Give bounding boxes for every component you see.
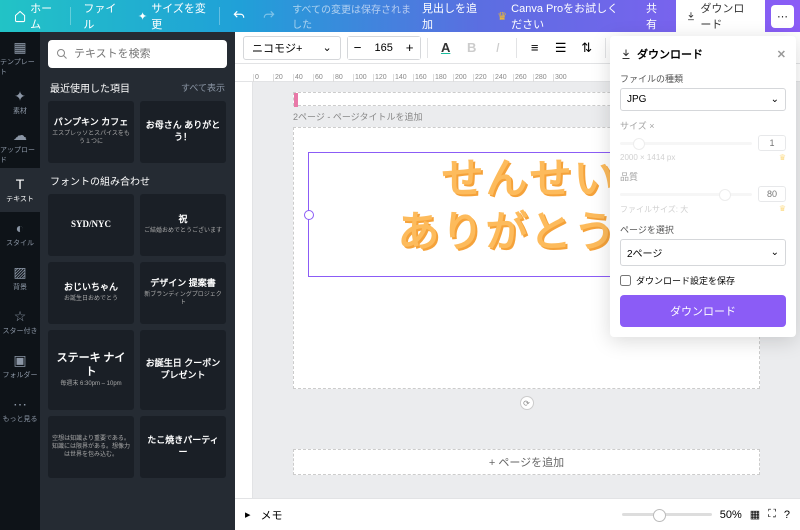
- add-page-button[interactable]: + ページを追加: [293, 449, 760, 475]
- template-item[interactable]: お母さん ありがとう！: [140, 101, 226, 163]
- top-bar: ホーム ファイル ✦ サイズを変更 すべての変更は保存されました 見出しを追加 …: [0, 0, 800, 32]
- file-menu[interactable]: ファイル: [75, 0, 130, 36]
- template-item[interactable]: ステーキ ナイト毎週末 6:30pm – 10pm: [48, 330, 134, 410]
- close-icon[interactable]: ✕: [777, 48, 786, 61]
- template-item[interactable]: 祝ご結婚おめでとうございます: [140, 194, 226, 256]
- font-size-input[interactable]: [368, 42, 400, 54]
- size-plus[interactable]: +: [400, 37, 420, 59]
- save-settings-checkbox[interactable]: ダウンロード設定を保存: [620, 274, 786, 287]
- download-panel: ダウンロード ✕ ファイルの種類 JPG⌄ サイズ × 1 2000 × 141…: [610, 36, 796, 337]
- resize-button[interactable]: ✦ サイズを変更: [130, 0, 215, 36]
- search-input[interactable]: [74, 48, 219, 60]
- chevron-down-icon: ⌄: [322, 41, 331, 54]
- template-item[interactable]: お誕生日 クーポン プレゼント: [140, 330, 226, 410]
- crown-icon: ♛: [779, 153, 786, 162]
- size-slider: [620, 142, 752, 145]
- side-panel: 最近使用した項目 すべて表示 パンプキン カフェエスプレッソとスパイスをもう１つに…: [40, 32, 235, 530]
- crown-icon: ♛: [497, 10, 507, 23]
- template-item[interactable]: 空想は知識より重要である。 知識には限界がある。想像力は世界を包み込む。: [48, 416, 134, 478]
- align-button[interactable]: ≡: [523, 36, 547, 60]
- spacing-button[interactable]: ⇅: [575, 36, 599, 60]
- template-item[interactable]: SYD/NYC: [48, 194, 134, 256]
- bottom-bar: ▸ メモ 50% ▦ ⛶ ?: [235, 498, 800, 530]
- star-icon: ☆: [12, 308, 28, 324]
- upload-icon: ☁: [12, 127, 28, 143]
- try-pro-button[interactable]: ♛Canva Proをお試しください: [489, 0, 634, 36]
- nav-upload[interactable]: ☁アップロード: [0, 124, 40, 168]
- search-box[interactable]: [48, 40, 227, 68]
- redo-icon: [262, 9, 276, 23]
- font-size-group: − +: [347, 36, 421, 60]
- template-item[interactable]: デザイン 提案書新ブランディングプロジェクト: [140, 262, 226, 324]
- crown-icon: ♛: [779, 204, 786, 215]
- quality-slider: [620, 193, 752, 196]
- nav-text[interactable]: Tテキスト: [0, 168, 40, 212]
- save-status: すべての変更は保存されました: [292, 1, 414, 31]
- recent-header: 最近使用した項目: [50, 80, 130, 95]
- chevron-down-icon: ⌄: [771, 247, 779, 258]
- text-color-button[interactable]: A: [434, 36, 458, 60]
- bg-icon: ▨: [12, 264, 28, 280]
- size-minus[interactable]: −: [348, 37, 368, 59]
- help-icon[interactable]: ?: [784, 509, 790, 521]
- home-icon: [14, 9, 26, 23]
- folder-icon: ▣: [12, 352, 28, 368]
- pages-select[interactable]: 2ページ⌄: [620, 239, 786, 266]
- pages-label: ページを選択: [620, 223, 786, 236]
- nav-style[interactable]: ◐スタイル: [0, 212, 40, 256]
- nav-rail: ▦テンプレート ✦素材 ☁アップロード Tテキスト ◐スタイル ▨背景 ☆スター…: [0, 32, 40, 530]
- download-icon: [620, 48, 632, 60]
- more-icon: ⋯: [12, 396, 28, 412]
- rotate-handle[interactable]: ⟳: [520, 396, 534, 410]
- text-icon: T: [12, 176, 28, 192]
- download-icon: [686, 10, 696, 22]
- fullscreen-icon[interactable]: ⛶: [768, 508, 776, 521]
- nav-starred[interactable]: ☆スター付き: [0, 300, 40, 344]
- filetype-select[interactable]: JPG⌄: [620, 88, 786, 111]
- font-select[interactable]: ニコモジ+⌄: [243, 36, 341, 60]
- size-value: 1: [758, 135, 786, 151]
- list-button[interactable]: ☰: [549, 36, 573, 60]
- italic-button[interactable]: I: [486, 36, 510, 60]
- style-icon: ◐: [12, 220, 28, 236]
- elements-icon: ✦: [12, 88, 28, 104]
- template-icon: ▦: [12, 39, 28, 55]
- zoom-slider[interactable]: [622, 513, 712, 516]
- dl-title: ダウンロード: [637, 46, 703, 62]
- template-item[interactable]: パンプキン カフェエスプレッソとスパイスをもう１つに: [48, 101, 134, 163]
- redo-button[interactable]: [254, 5, 284, 27]
- template-item[interactable]: おじいちゃんお誕生日おめでとう: [48, 262, 134, 324]
- combo-header: フォントの組み合わせ: [50, 173, 150, 188]
- memo-button[interactable]: メモ: [261, 507, 283, 523]
- quality-label: 品質: [620, 170, 786, 183]
- download-confirm-button[interactable]: ダウンロード: [620, 295, 786, 327]
- ruler-vertical: [235, 82, 253, 498]
- grid-view-icon[interactable]: ▦: [750, 508, 760, 521]
- nav-template[interactable]: ▦テンプレート: [0, 36, 40, 80]
- more-button[interactable]: ⋯: [771, 5, 794, 28]
- add-heading-button[interactable]: 見出しを追加: [414, 0, 485, 36]
- filetype-label: ファイルの種類: [620, 72, 786, 85]
- bold-button[interactable]: B: [460, 36, 484, 60]
- share-button[interactable]: 共有: [638, 0, 672, 36]
- chevron-down-icon: ⌄: [771, 94, 779, 105]
- resize-icon: ✦: [138, 10, 147, 23]
- quality-value: 80: [758, 186, 786, 202]
- template-item[interactable]: たこ焼きパーティー: [140, 416, 226, 478]
- show-all-link[interactable]: すべて表示: [181, 81, 225, 94]
- zoom-value[interactable]: 50%: [720, 509, 742, 521]
- nav-elements[interactable]: ✦素材: [0, 80, 40, 124]
- undo-button[interactable]: [224, 5, 254, 27]
- home-button[interactable]: ホーム: [6, 0, 66, 36]
- nav-bg[interactable]: ▨背景: [0, 256, 40, 300]
- nav-more[interactable]: ⋯もっと見る: [0, 388, 40, 432]
- undo-icon: [232, 9, 246, 23]
- size-label: サイズ ×: [620, 119, 786, 132]
- page-nav-icon[interactable]: ▸: [245, 508, 251, 521]
- nav-folder[interactable]: ▣フォルダー: [0, 344, 40, 388]
- search-icon: [56, 48, 68, 60]
